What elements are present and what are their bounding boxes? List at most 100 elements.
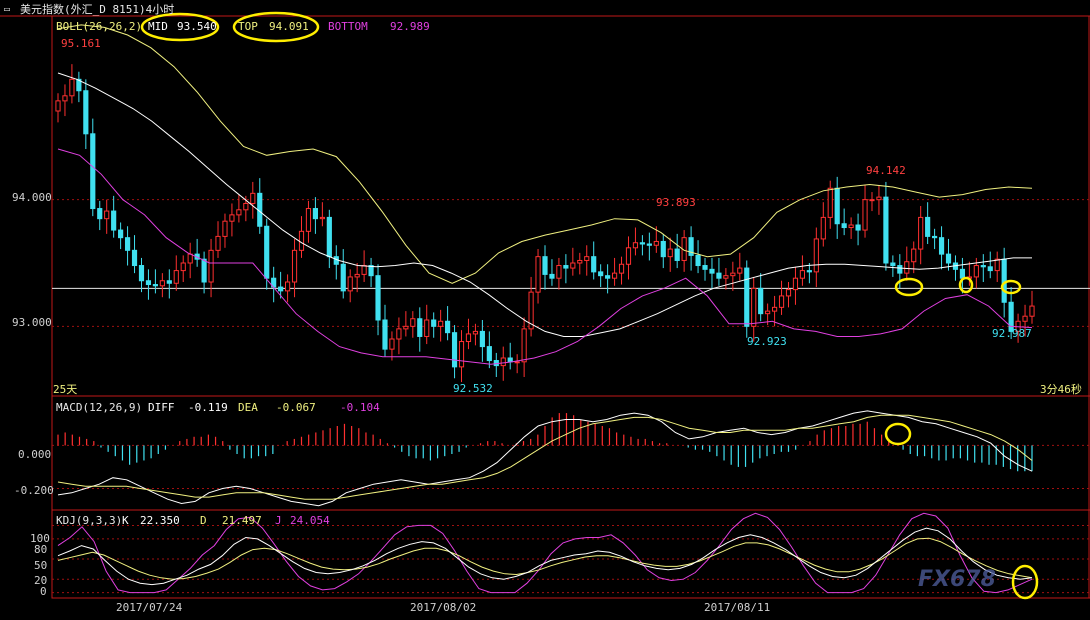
bottom-value: 92.989 — [390, 20, 430, 33]
kdj-k-value: 22.350 — [140, 514, 180, 527]
macd-y-tick-0: 0.000 — [18, 448, 52, 461]
annotation-high-3: 94.142 — [866, 164, 906, 177]
candle-body — [973, 265, 979, 278]
candle-body — [674, 248, 680, 261]
window-title: 美元指数(外汇_D 8151)4小时 — [20, 3, 175, 16]
annotation-high-1: 95.161 — [61, 37, 101, 50]
candle-body — [159, 280, 165, 287]
candle-body — [389, 338, 395, 350]
candle-body — [758, 287, 764, 315]
candle-body — [278, 286, 284, 292]
countdown-timer: 3分46秒 — [1040, 383, 1082, 396]
candle-body — [1029, 305, 1035, 317]
candle-body — [131, 249, 138, 267]
candle-body — [925, 216, 931, 237]
candle-body — [222, 220, 228, 237]
candle-body — [215, 235, 221, 251]
candle-body — [472, 330, 479, 335]
candle-body — [618, 263, 625, 274]
candle-body — [994, 258, 1000, 272]
highlight-macd-cross — [884, 422, 912, 446]
top-label: TOP — [238, 20, 258, 33]
candle-body — [1001, 258, 1007, 303]
candle-body — [201, 258, 207, 283]
candle-body — [563, 265, 569, 269]
annotation-high-2: 93.893 — [656, 196, 696, 209]
watermark-logo: FX678 — [918, 567, 996, 592]
candle-body — [291, 249, 298, 283]
candle-body — [319, 216, 325, 220]
candle-body — [229, 214, 235, 222]
macd-dea-label: DEA — [238, 401, 258, 414]
candle-body — [841, 223, 847, 229]
candle-body — [827, 187, 833, 218]
candle-body — [375, 275, 381, 321]
boll-indicator-label: BOLL(26,26,2) — [56, 20, 143, 33]
candle-body — [918, 216, 924, 250]
candle-body — [535, 256, 541, 293]
candle-body — [500, 357, 506, 367]
candle-body — [361, 265, 367, 275]
kdj-j-value: 24.054 — [290, 514, 330, 527]
candle-body — [458, 341, 465, 368]
candle-body — [695, 254, 701, 267]
kdj-d-label: D — [200, 514, 207, 527]
main-y-tick-94: 94.000 — [12, 191, 52, 204]
candle-body — [806, 270, 812, 273]
kdj-indicator-label: KDJ(9,3,3) — [56, 514, 123, 527]
candle-body — [354, 273, 360, 278]
candle-body — [111, 210, 117, 231]
candle-body — [799, 270, 806, 279]
candle-body — [723, 275, 729, 279]
candle-body — [862, 199, 868, 231]
candle-body — [639, 242, 645, 245]
candle-body — [716, 272, 722, 279]
x-date-2: 2017/08/02 — [410, 601, 477, 614]
candle-body — [876, 196, 882, 201]
kdj-k-label: K — [122, 514, 129, 527]
candle-body — [549, 273, 555, 279]
candle-body — [591, 256, 597, 273]
candle-body — [69, 78, 75, 97]
candle-body — [124, 237, 131, 251]
candle-body — [1022, 315, 1028, 322]
candle-body — [431, 319, 437, 327]
candle-body — [542, 256, 548, 275]
candle-body — [709, 268, 715, 274]
candle-body — [813, 238, 819, 273]
candle-body — [326, 216, 332, 258]
candle-body — [785, 289, 792, 297]
candle-body — [507, 357, 513, 363]
candle-body — [298, 230, 305, 251]
kdj-y-tick-80: 80 — [34, 543, 48, 556]
candle-body — [438, 320, 444, 327]
main-y-tick-93: 93.000 — [12, 316, 52, 329]
candle-body — [305, 208, 312, 232]
candle-body — [264, 225, 270, 279]
mid-value: 93.540 — [177, 20, 217, 33]
candle-body — [890, 262, 896, 267]
bottom-label: BOTTOM — [328, 20, 368, 33]
candle-body — [584, 256, 590, 261]
candle-body — [340, 263, 346, 292]
candle-body — [208, 249, 214, 283]
kdj-y-tick-50: 50 — [34, 559, 48, 572]
x-date-1: 2017/07/24 — [116, 601, 183, 614]
candle-body — [598, 271, 604, 277]
annotation-low-3: 92.987 — [992, 327, 1032, 340]
window-control-icon[interactable]: ▭ — [4, 4, 10, 16]
candle-body — [479, 330, 485, 348]
macd-dea-value: -0.067 — [276, 401, 316, 414]
candle-body — [897, 265, 903, 274]
candle-body — [987, 266, 993, 272]
candle-body — [730, 272, 736, 277]
candle-body — [243, 202, 249, 211]
candle-body — [765, 310, 771, 315]
candle-body — [465, 333, 472, 343]
candle-body — [521, 328, 527, 363]
candle-body — [653, 240, 659, 246]
macd-diff-line — [57, 410, 1033, 507]
candle-body — [180, 262, 186, 272]
candle-body — [883, 196, 889, 264]
macd-diff-value: -0.119 — [188, 401, 228, 414]
